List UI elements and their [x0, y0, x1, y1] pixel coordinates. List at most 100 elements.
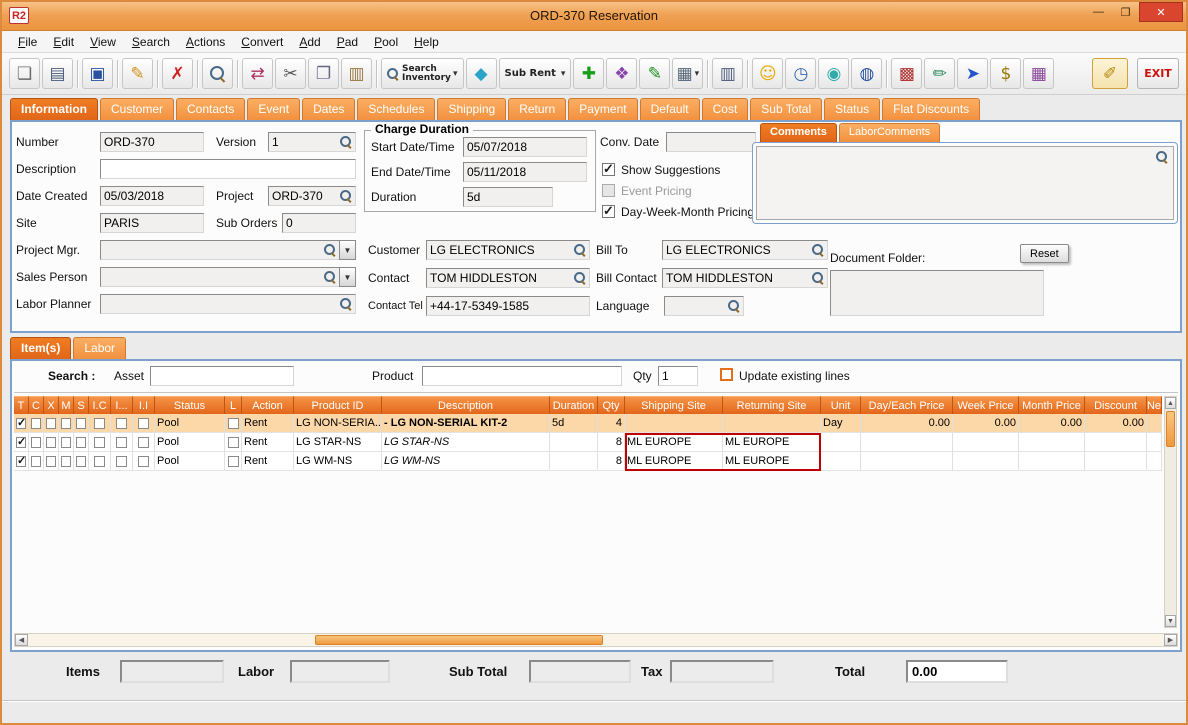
- column-header-description[interactable]: Description: [382, 396, 550, 414]
- cell-returning_site[interactable]: ML EUROPE: [723, 452, 821, 470]
- flag-checkbox[interactable]: [76, 455, 86, 467]
- reports-cube-button[interactable]: ▦: [1023, 58, 1055, 89]
- cell-ii[interactable]: [133, 452, 155, 470]
- search-icon[interactable]: [324, 244, 336, 256]
- start-date-field[interactable]: 05/07/2018: [463, 137, 587, 157]
- flag-checkbox[interactable]: [116, 417, 127, 429]
- flag-checkbox[interactable]: [116, 436, 127, 448]
- cell-c[interactable]: [29, 414, 44, 432]
- flag-checkbox[interactable]: [61, 436, 71, 448]
- tab-dates[interactable]: Dates: [302, 98, 356, 120]
- print-button[interactable]: ▤: [42, 58, 73, 89]
- cell-c[interactable]: [29, 452, 44, 470]
- cell-m[interactable]: [59, 414, 74, 432]
- menu-add[interactable]: Add: [291, 31, 328, 53]
- cell-m[interactable]: [59, 433, 74, 451]
- customer-field[interactable]: LG ELECTRONICS: [426, 240, 590, 260]
- cell-week_price[interactable]: [953, 452, 1019, 470]
- cell-t[interactable]: [14, 414, 29, 432]
- cell-idot[interactable]: [111, 433, 133, 451]
- labor-planner-field[interactable]: [100, 294, 356, 314]
- cell-duration[interactable]: [550, 433, 598, 451]
- tab-flat-discounts[interactable]: Flat Discounts: [882, 98, 981, 120]
- cell-ic[interactable]: [89, 414, 111, 432]
- cell-month_price[interactable]: 0.00: [1019, 414, 1085, 432]
- column-header-shipping_site[interactable]: Shipping Site: [625, 396, 723, 414]
- column-header-qty[interactable]: Qty: [598, 396, 625, 414]
- end-date-field[interactable]: 05/11/2018: [463, 162, 587, 182]
- delete-button[interactable]: ✗: [162, 58, 193, 89]
- cell-s[interactable]: [74, 452, 89, 470]
- scroll-up-icon[interactable]: ▲: [1165, 397, 1176, 409]
- column-header-m[interactable]: M: [59, 396, 74, 414]
- language-field[interactable]: [664, 296, 744, 316]
- comments-field[interactable]: [756, 146, 1174, 220]
- flag-checkbox[interactable]: [138, 436, 149, 448]
- flag-checkbox[interactable]: [61, 417, 71, 429]
- cell-qty[interactable]: 4: [598, 414, 625, 432]
- search-icon[interactable]: [340, 298, 352, 310]
- cell-l[interactable]: [225, 452, 242, 470]
- cell-t[interactable]: [14, 433, 29, 451]
- reset-button[interactable]: Reset: [1020, 244, 1069, 263]
- column-header-l[interactable]: L: [225, 396, 242, 414]
- project-field[interactable]: ORD-370: [268, 186, 356, 206]
- cell-product_id[interactable]: LG STAR-NS: [294, 433, 382, 451]
- flag-checkbox[interactable]: [227, 417, 239, 429]
- product-input[interactable]: [422, 366, 622, 386]
- minimize-button[interactable]: —: [1085, 2, 1112, 22]
- cell-idot[interactable]: [111, 414, 133, 432]
- table-row[interactable]: PoolRentLG WM-NSLG WM-NS8ML EUROPEML EUR…: [14, 452, 1162, 471]
- cell-ne[interactable]: [1147, 452, 1162, 470]
- number-field[interactable]: ORD-370: [100, 132, 204, 152]
- cell-ne[interactable]: [1147, 433, 1162, 451]
- cell-ic[interactable]: [89, 433, 111, 451]
- cell-l[interactable]: [225, 433, 242, 451]
- sales-person-dropdown[interactable]: ▼: [339, 267, 356, 287]
- tab-contacts[interactable]: Contacts: [176, 98, 246, 120]
- flag-checkbox[interactable]: [31, 455, 41, 467]
- key-button[interactable]: ➤: [957, 58, 989, 89]
- ink-drop-button[interactable]: ◆: [465, 58, 497, 89]
- column-header-month_price[interactable]: Month Price: [1019, 396, 1085, 414]
- tab-laborcomments[interactable]: LaborComments: [838, 123, 941, 142]
- cell-unit[interactable]: [821, 452, 861, 470]
- wand-button[interactable]: ✐: [1092, 58, 1128, 89]
- tab-return[interactable]: Return: [508, 98, 567, 120]
- column-header-ii[interactable]: I.I: [133, 396, 155, 414]
- column-header-returning_site[interactable]: Returning Site: [723, 396, 821, 414]
- vertical-scrollbar[interactable]: ▲ ▼: [1164, 396, 1177, 628]
- search-icon[interactable]: [728, 300, 740, 312]
- clock-button[interactable]: ◷: [785, 58, 817, 89]
- cell-discount[interactable]: 0.00: [1085, 414, 1147, 432]
- cell-month_price[interactable]: [1019, 452, 1085, 470]
- cell-qty[interactable]: 8: [598, 433, 625, 451]
- tab-labor[interactable]: Labor: [73, 337, 127, 359]
- cell-s[interactable]: [74, 433, 89, 451]
- cell-x[interactable]: [44, 452, 59, 470]
- tab-information[interactable]: Information: [10, 98, 98, 120]
- cell-ic[interactable]: [89, 452, 111, 470]
- rubik-cube-button[interactable]: ▩: [891, 58, 923, 89]
- event-pricing-checkbox[interactable]: [602, 184, 615, 197]
- cell-description[interactable]: LG STAR-NS: [382, 433, 550, 451]
- flag-checkbox[interactable]: [31, 417, 41, 429]
- column-header-c[interactable]: C: [29, 396, 44, 414]
- cell-description[interactable]: - LG NON-SERIAL KIT-2: [382, 414, 550, 432]
- cell-description[interactable]: LG WM-NS: [382, 452, 550, 470]
- cell-status[interactable]: Pool: [155, 452, 225, 470]
- cell-c[interactable]: [29, 433, 44, 451]
- cell-idot[interactable]: [111, 452, 133, 470]
- menu-view[interactable]: View: [82, 31, 124, 53]
- flag-checkbox[interactable]: [94, 455, 105, 467]
- column-header-idot[interactable]: I...: [111, 396, 133, 414]
- row-checkbox[interactable]: [16, 435, 26, 448]
- cell-day_each_price[interactable]: [861, 452, 953, 470]
- cell-month_price[interactable]: [1019, 433, 1085, 451]
- flag-checkbox[interactable]: [61, 455, 71, 467]
- tab-shipping[interactable]: Shipping: [437, 98, 507, 120]
- search-inventory-button[interactable]: Search Inventory ▾: [381, 58, 464, 89]
- notes-button[interactable]: ✏: [924, 58, 956, 89]
- flag-checkbox[interactable]: [94, 436, 105, 448]
- flag-checkbox[interactable]: [138, 455, 149, 467]
